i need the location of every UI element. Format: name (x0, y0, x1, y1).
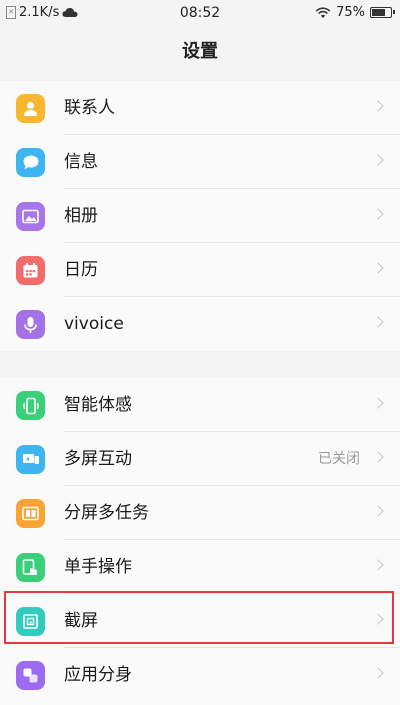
settings-group-features: 智能体感 多屏互动 已关闭 分屏多任务 单手操作 截屏 应用分身 (0, 378, 400, 705)
settings-group-apps: 联系人 信息 相册 日历 vivoice (0, 81, 400, 351)
setting-status-value: 已关闭 (318, 451, 360, 467)
settings-item-one-hand[interactable]: 单手操作 (0, 540, 400, 594)
settings-item-label: 多屏互动 (64, 449, 132, 469)
settings-item-label: 日历 (64, 260, 98, 280)
settings-item-multi-screen[interactable]: 多屏互动 已关闭 (0, 432, 400, 486)
chevron-right-icon (372, 505, 384, 517)
split-screen-icon (16, 499, 45, 528)
settings-item-label: 分屏多任务 (64, 503, 149, 523)
chevron-right-icon (372, 559, 384, 571)
highlight-box (4, 591, 394, 644)
chevron-right-icon (372, 262, 384, 274)
settings-item-label: vivoice (64, 314, 124, 334)
chevron-right-icon (372, 451, 384, 463)
settings-item-label: 信息 (64, 152, 98, 172)
settings-item-split-screen[interactable]: 分屏多任务 (0, 486, 400, 540)
chevron-right-icon (372, 316, 384, 328)
settings-item-contacts[interactable]: 联系人 (0, 81, 400, 135)
settings-item-smart-motion[interactable]: 智能体感 (0, 378, 400, 432)
settings-item-label: 智能体感 (64, 395, 132, 415)
smart-motion-icon (16, 391, 45, 420)
messages-icon (16, 148, 45, 177)
page-title: 设置 (182, 41, 218, 62)
microphone-icon (16, 310, 45, 339)
chevron-right-icon (372, 397, 384, 409)
chevron-right-icon (372, 208, 384, 220)
settings-item-gallery[interactable]: 相册 (0, 189, 400, 243)
settings-item-vivoice[interactable]: vivoice (0, 297, 400, 351)
settings-item-label: 联系人 (64, 98, 115, 118)
one-hand-icon (16, 553, 45, 582)
calendar-icon (16, 256, 45, 285)
contacts-icon (16, 94, 45, 123)
settings-item-messages[interactable]: 信息 (0, 135, 400, 189)
settings-item-app-clone[interactable]: 应用分身 (0, 648, 400, 702)
settings-item-label: 应用分身 (64, 665, 132, 685)
status-bar: ✕ 2.1K/s 08:52 75% (0, 0, 400, 26)
app-clone-icon (16, 661, 45, 690)
settings-item-label: 单手操作 (64, 557, 132, 577)
battery-icon (370, 7, 395, 18)
battery-percent: 75% (336, 5, 365, 20)
chevron-right-icon (372, 154, 384, 166)
multi-screen-icon (16, 445, 45, 474)
status-right: 75% (315, 5, 395, 20)
settings-item-label: 相册 (64, 206, 98, 226)
chevron-right-icon (372, 667, 384, 679)
settings-item-calendar[interactable]: 日历 (0, 243, 400, 297)
wifi-icon (315, 6, 331, 18)
chevron-right-icon (372, 100, 384, 112)
gallery-icon (16, 202, 45, 231)
